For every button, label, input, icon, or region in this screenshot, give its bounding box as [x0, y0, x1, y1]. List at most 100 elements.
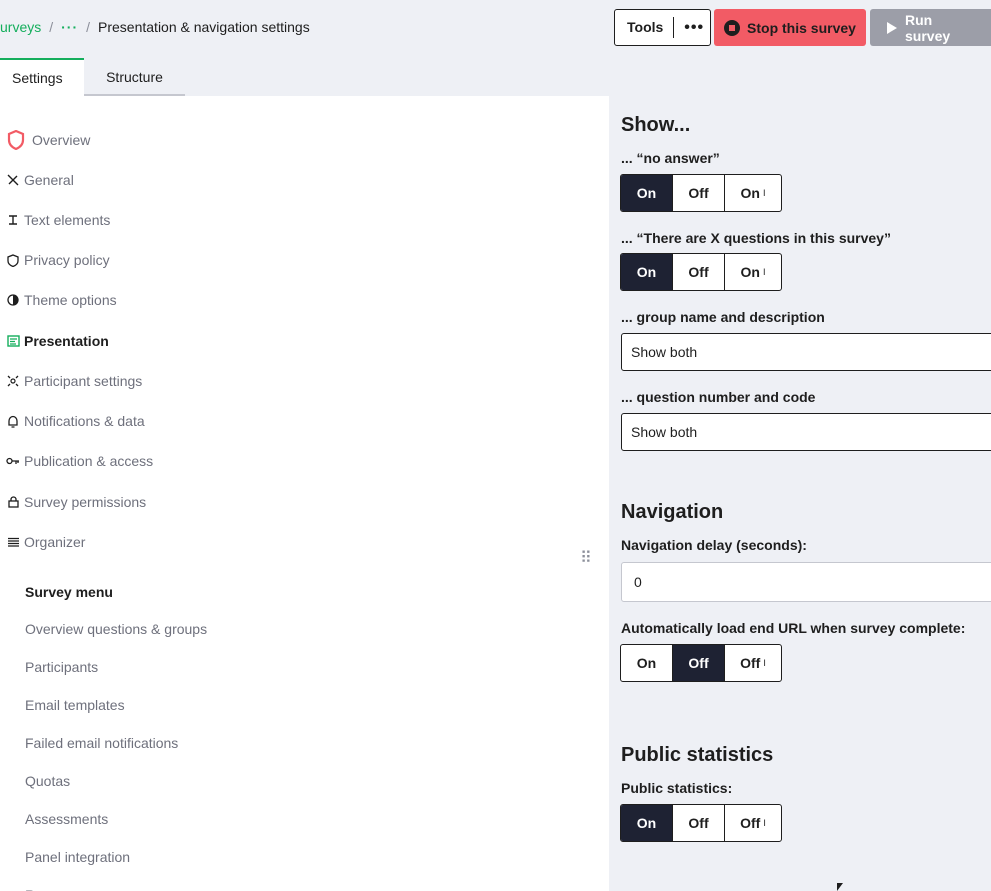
more-icon[interactable]: •••: [674, 19, 704, 37]
sidebar-item-label: Participant settings: [24, 373, 143, 389]
autoload-off-option[interactable]: Off: [673, 645, 725, 681]
sidebar-item-overview[interactable]: Overview: [6, 130, 90, 150]
lock-icon: [6, 495, 20, 509]
breadcrumb-separator: /: [86, 19, 91, 35]
drag-handle-icon[interactable]: ⠿: [580, 548, 592, 568]
x-questions-inherit-option[interactable]: On I: [725, 254, 781, 290]
breadcrumb-surveys-link[interactable]: urveys: [0, 19, 41, 35]
inherit-value: Off: [740, 655, 761, 671]
sidebar-item-label: Presentation: [24, 333, 109, 349]
autoload-toggle: On Off Off I: [620, 644, 782, 682]
public-stats-inherit-option[interactable]: Off I: [725, 805, 781, 841]
sidebar-item-organizer[interactable]: Organizer: [6, 534, 85, 550]
tab-bar: Settings Structure: [0, 58, 185, 96]
tools-label: Tools: [615, 17, 675, 38]
sidebar-item-label: Notifications & data: [24, 413, 145, 429]
sidebar-item-label: General: [24, 172, 74, 188]
breadcrumb-separator: /: [49, 19, 54, 35]
sidebar-item-survey-permissions[interactable]: Survey permissions: [6, 494, 146, 510]
inherit-value: On: [740, 185, 760, 201]
menu-link-partial[interactable]: R: [25, 887, 35, 891]
no-answer-inherit-option[interactable]: On I: [725, 175, 781, 211]
x-questions-off-option[interactable]: Off: [673, 254, 725, 290]
inherit-marker: I: [763, 818, 766, 828]
stop-survey-button[interactable]: Stop this survey: [714, 9, 866, 46]
no-answer-on-option[interactable]: On: [621, 175, 673, 211]
inherit-marker: I: [763, 658, 766, 668]
inherit-marker: I: [762, 267, 766, 277]
menu-link-panel-integration[interactable]: Panel integration: [25, 849, 130, 865]
question-number-label: ... question number and code: [621, 389, 816, 405]
contrast-icon: [6, 293, 20, 307]
sidebar-item-text-elements[interactable]: Text elements: [6, 212, 110, 228]
nav-delay-label: Navigation delay (seconds):: [621, 537, 807, 553]
sidebar-item-general[interactable]: General: [6, 172, 74, 188]
menu-link-participants[interactable]: Participants: [25, 659, 98, 675]
tools-icon: [6, 173, 20, 187]
shield-small-icon: [6, 253, 20, 267]
sidebar-item-notifications-data[interactable]: Notifications & data: [6, 413, 145, 429]
sidebar-item-publication-access[interactable]: Publication & access: [6, 453, 153, 469]
breadcrumb-more-link[interactable]: ···: [61, 19, 78, 35]
tab-structure[interactable]: Structure: [84, 58, 185, 96]
public-stats-toggle: On Off Off I: [620, 804, 782, 842]
key-icon: [6, 454, 20, 468]
breadcrumb-current: Presentation & navigation settings: [98, 19, 310, 35]
sidebar-item-label: Theme options: [24, 292, 117, 308]
public-stats-off-option[interactable]: Off: [673, 805, 725, 841]
settings-panel: Show... ... “no answer” On Off On I ... “…: [609, 96, 991, 891]
nav-delay-input[interactable]: 0: [621, 562, 991, 602]
mouse-cursor-icon: [837, 883, 843, 891]
sidebar-item-privacy-policy[interactable]: Privacy policy: [6, 252, 110, 268]
sidebar-item-presentation[interactable]: Presentation: [6, 333, 109, 349]
sidebar-item-theme-options[interactable]: Theme options: [6, 292, 117, 308]
menu-link-failed-email[interactable]: Failed email notifications: [25, 735, 178, 751]
tab-settings[interactable]: Settings: [0, 58, 84, 96]
menu-link-overview-questions[interactable]: Overview questions & groups: [25, 621, 207, 637]
no-answer-off-option[interactable]: Off: [673, 175, 725, 211]
autoload-label: Automatically load end URL when survey c…: [621, 620, 966, 636]
menu-link-email-templates[interactable]: Email templates: [25, 697, 125, 713]
sidebar-item-label: Survey permissions: [24, 494, 147, 510]
sidebar-item-label: Organizer: [24, 534, 86, 550]
inherit-marker: I: [762, 188, 766, 198]
presentation-icon: [6, 334, 20, 348]
inherit-value: On: [740, 264, 760, 280]
bell-icon: [6, 414, 20, 428]
run-survey-button[interactable]: Run survey: [870, 9, 991, 46]
x-questions-toggle: On Off On I: [620, 253, 782, 291]
autoload-inherit-option[interactable]: Off I: [725, 645, 781, 681]
play-icon: [887, 21, 897, 34]
stop-icon: [724, 19, 741, 36]
navigation-section-title: Navigation: [621, 501, 724, 523]
public-stats-label: Public statistics:: [621, 780, 733, 796]
group-name-label: ... group name and description: [621, 309, 825, 325]
x-questions-on-option[interactable]: On: [621, 254, 673, 290]
autoload-on-option[interactable]: On: [621, 645, 673, 681]
no-answer-label: ... “no answer”: [621, 150, 720, 166]
question-number-select[interactable]: Show both: [621, 413, 991, 451]
x-questions-label: ... “There are X questions in this surve…: [621, 230, 891, 246]
sidebar-item-label: Text elements: [24, 212, 111, 228]
survey-menu-title: Survey menu: [25, 584, 113, 600]
group-name-select[interactable]: Show both: [621, 333, 991, 371]
text-icon: [6, 213, 20, 227]
public-stats-on-option[interactable]: On: [621, 805, 673, 841]
sidebar-item-label: Privacy policy: [24, 252, 110, 268]
sidebar-item-participant-settings[interactable]: Participant settings: [6, 373, 142, 389]
menu-link-assessments[interactable]: Assessments: [25, 811, 108, 827]
stop-survey-label: Stop this survey: [747, 19, 856, 36]
settings-sidebar: Overview General Text elements Privacy p…: [0, 96, 609, 891]
list-icon: [6, 535, 20, 549]
shield-icon: [6, 130, 26, 150]
public-stats-section-title: Public statistics: [621, 744, 774, 766]
inherit-value: Off: [740, 815, 761, 831]
run-survey-label: Run survey: [905, 11, 951, 44]
tools-button[interactable]: Tools •••: [614, 9, 711, 46]
menu-link-quotas[interactable]: Quotas: [25, 773, 70, 789]
sidebar-item-label: Overview: [32, 132, 91, 148]
no-answer-toggle: On Off On I: [620, 174, 782, 212]
sidebar-item-label: Publication & access: [24, 453, 154, 469]
top-bar: urveys / ··· / Presentation & navigation…: [0, 0, 991, 56]
participants-icon: [6, 374, 20, 388]
